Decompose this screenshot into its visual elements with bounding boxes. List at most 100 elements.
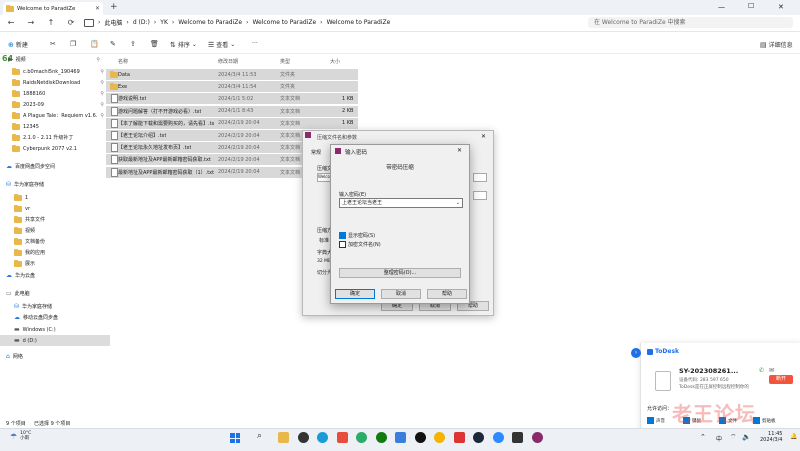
tiktok-icon[interactable] [414, 432, 426, 443]
chevron-down-icon[interactable]: ⌄ [456, 199, 460, 207]
sidebar-item[interactable]: ☁ 移动云盘同步盘 [0, 312, 110, 323]
refresh-button[interactable]: ⟳ [66, 18, 76, 28]
view-button[interactable]: ☰ 查看 ⌄ [208, 40, 235, 50]
sidebar-item[interactable]: ⛁ 华为家庭存储 [0, 179, 102, 190]
close-tab-icon[interactable]: ✕ [95, 5, 100, 12]
wifi-icon[interactable]: ⌔ [730, 433, 737, 442]
steam-icon[interactable] [473, 432, 484, 443]
details-button[interactable]: ▤ 详细信息 [760, 40, 793, 50]
sidebar-item[interactable]: 1888160 ⚲ [0, 88, 108, 99]
breadcrumb-item[interactable]: d (D:) [133, 19, 150, 26]
column-header-size[interactable]: 大小 [330, 58, 340, 65]
column-header-type[interactable]: 类型 [280, 58, 290, 65]
column-header-date[interactable]: 修改日期 [218, 58, 238, 65]
volume-icon[interactable]: 🔈 [742, 433, 751, 441]
new-tab-button[interactable]: + [110, 2, 118, 12]
right-dropdown[interactable] [473, 191, 487, 200]
search-input[interactable]: 在 Welcome to ParadiZe 中搜索 [588, 17, 793, 28]
sidebar-item[interactable]: ▬ d (D:) [0, 335, 110, 346]
delete-icon[interactable]: 🗑 [150, 40, 159, 48]
sidebar-item[interactable]: ⛁ 华为家庭存储 [0, 301, 110, 312]
sidebar-item[interactable]: ▶ 视频 ⚲ [0, 54, 104, 65]
phone-icon[interactable]: ✆ [759, 367, 764, 374]
encrypt-names-checkbox[interactable]: 加密文件名(N) [339, 241, 381, 248]
sidebar-item[interactable]: ▬ Windows (C:) [0, 324, 110, 335]
weather-widget[interactable]: ☂ 10°C 小雨 [10, 431, 31, 441]
perm-clipboard[interactable]: 剪贴板 [753, 417, 776, 424]
perm-sound[interactable]: 声音 [647, 417, 665, 424]
manage-passwords-button[interactable]: 整理密码(O)... [339, 268, 461, 278]
minimize-button[interactable]: — [718, 3, 725, 11]
breadcrumb-item[interactable]: YK [160, 19, 168, 26]
cancel-button[interactable]: 取消 [381, 289, 421, 299]
help-button[interactable]: 帮助 [427, 289, 467, 299]
edge-icon[interactable] [317, 432, 328, 443]
tab-general[interactable]: 常规 [311, 149, 321, 156]
file-row[interactable]: 游戏说明.txt 2024/1/1 5:02 文本文档 1 KB [106, 93, 358, 105]
column-header-name[interactable]: 名称 [118, 58, 128, 65]
sort-button[interactable]: ⇅ 排序 ⌄ [170, 40, 197, 50]
file-row[interactable]: Data 2024/3/4 11:53 文件夹 [106, 69, 358, 80]
breadcrumb-item[interactable]: 此电脑 [104, 18, 122, 27]
copy-icon[interactable]: ❐ [70, 40, 76, 48]
sidebar-item[interactable]: 2.1.0 - 2.11 升级补丁 [0, 132, 108, 143]
winrar-icon[interactable] [531, 432, 543, 443]
browser-icon[interactable] [336, 432, 348, 443]
close-window-button[interactable]: ✕ [778, 3, 784, 11]
file-row[interactable]: 游戏问题解答（打不开游戏必看）.txt 2024/1/1 8:43 文本文档 2 KB [106, 105, 358, 117]
sidebar-item[interactable]: A Plague Tale：Requiem v1.6. ⚲ [0, 110, 108, 121]
cut-icon[interactable]: ✂ [50, 40, 56, 48]
lang-indicator[interactable]: 中 [716, 434, 722, 443]
sidebar-item[interactable]: ⌂ 网络 [0, 351, 102, 362]
wechat-icon[interactable] [356, 432, 367, 443]
rename-icon[interactable]: ✎ [110, 40, 116, 48]
sidebar-item[interactable]: 1 [0, 192, 110, 203]
breadcrumb-item[interactable]: Welcome to ParadiZe [178, 19, 242, 26]
file-explorer-icon[interactable] [278, 432, 289, 443]
sidebar-item[interactable]: ▭ 此电脑 [0, 288, 102, 299]
sidebar-item[interactable]: 我的应用 [0, 247, 110, 258]
sidebar-item[interactable]: 文档备份 [0, 236, 110, 247]
breadcrumb-item[interactable]: Welcome to ParadiZe [252, 19, 316, 26]
baidu-netdisk-icon[interactable] [492, 432, 504, 443]
maximize-button[interactable]: ☐ [748, 2, 754, 10]
share-icon[interactable]: ⇪ [130, 40, 136, 48]
breadcrumb-item[interactable]: Welcome to ParadiZe [327, 19, 391, 26]
right-dropdown[interactable] [473, 173, 487, 182]
bg-close-icon[interactable]: ✕ [481, 133, 486, 140]
sidebar-item[interactable]: c.b0machi5nk_190469 ⚲ [0, 66, 108, 77]
breadcrumb[interactable]: › 此电脑 › d (D:) › YK › Welcome to ParadiZ… [84, 17, 584, 28]
task-view-icon[interactable] [297, 432, 309, 443]
sidebar-item[interactable]: 12345 [0, 121, 108, 132]
forward-button[interactable]: → [26, 18, 36, 28]
sidebar-item[interactable]: 2023-09 ⚲ [0, 99, 108, 110]
sidebar-item[interactable]: vr [0, 203, 110, 214]
password-input[interactable]: 上老王论坛当老王 ⌄ [339, 198, 463, 208]
store-icon[interactable] [395, 432, 406, 443]
show-password-checkbox[interactable]: 显示密码(S) [339, 232, 375, 239]
close-icon[interactable]: ✕ [457, 147, 462, 154]
sidebar-item[interactable]: ☁ 百度网盘同步空间 [0, 161, 102, 172]
xbox-icon[interactable] [375, 432, 387, 443]
sidebar-item[interactable]: 视频 [0, 225, 110, 236]
back-button[interactable]: ← [6, 18, 16, 28]
more-button[interactable]: ··· [252, 40, 258, 47]
chat-icon[interactable]: ✉ [769, 367, 774, 374]
file-row[interactable]: Exe 2024/3/4 11:54 文件夹 [106, 81, 358, 93]
notification-icon[interactable]: 🔔 [790, 433, 797, 440]
start-icon[interactable] [230, 433, 240, 443]
collapse-panel-button[interactable]: › [631, 348, 641, 358]
new-button[interactable]: ⊕ 新建 [8, 40, 28, 50]
music-icon[interactable] [453, 432, 465, 443]
sidebar-item[interactable]: 共享文件 [0, 214, 110, 225]
sidebar-item[interactable]: Cyberpunk 2077 v2.1 [0, 143, 108, 154]
clock[interactable]: 11:45 2024/3/4 [760, 431, 782, 443]
file-row[interactable]: 【本了解能下载和需要购买的，请先看】.txt 2024/2/19 20:04 文本文… [106, 117, 358, 129]
window-tab[interactable]: Welcome to ParadiZe ✕ [3, 2, 103, 15]
sidebar-item[interactable]: ☁ 华为云盘 [0, 270, 102, 281]
sidebar-item[interactable]: RaidsNetdiskDownload ⚲ [0, 77, 108, 88]
game-icon[interactable] [512, 432, 523, 443]
paste-icon[interactable]: 📋 [90, 40, 99, 48]
disconnect-button[interactable]: 断开 [769, 375, 793, 384]
chrome-icon[interactable] [434, 432, 445, 443]
